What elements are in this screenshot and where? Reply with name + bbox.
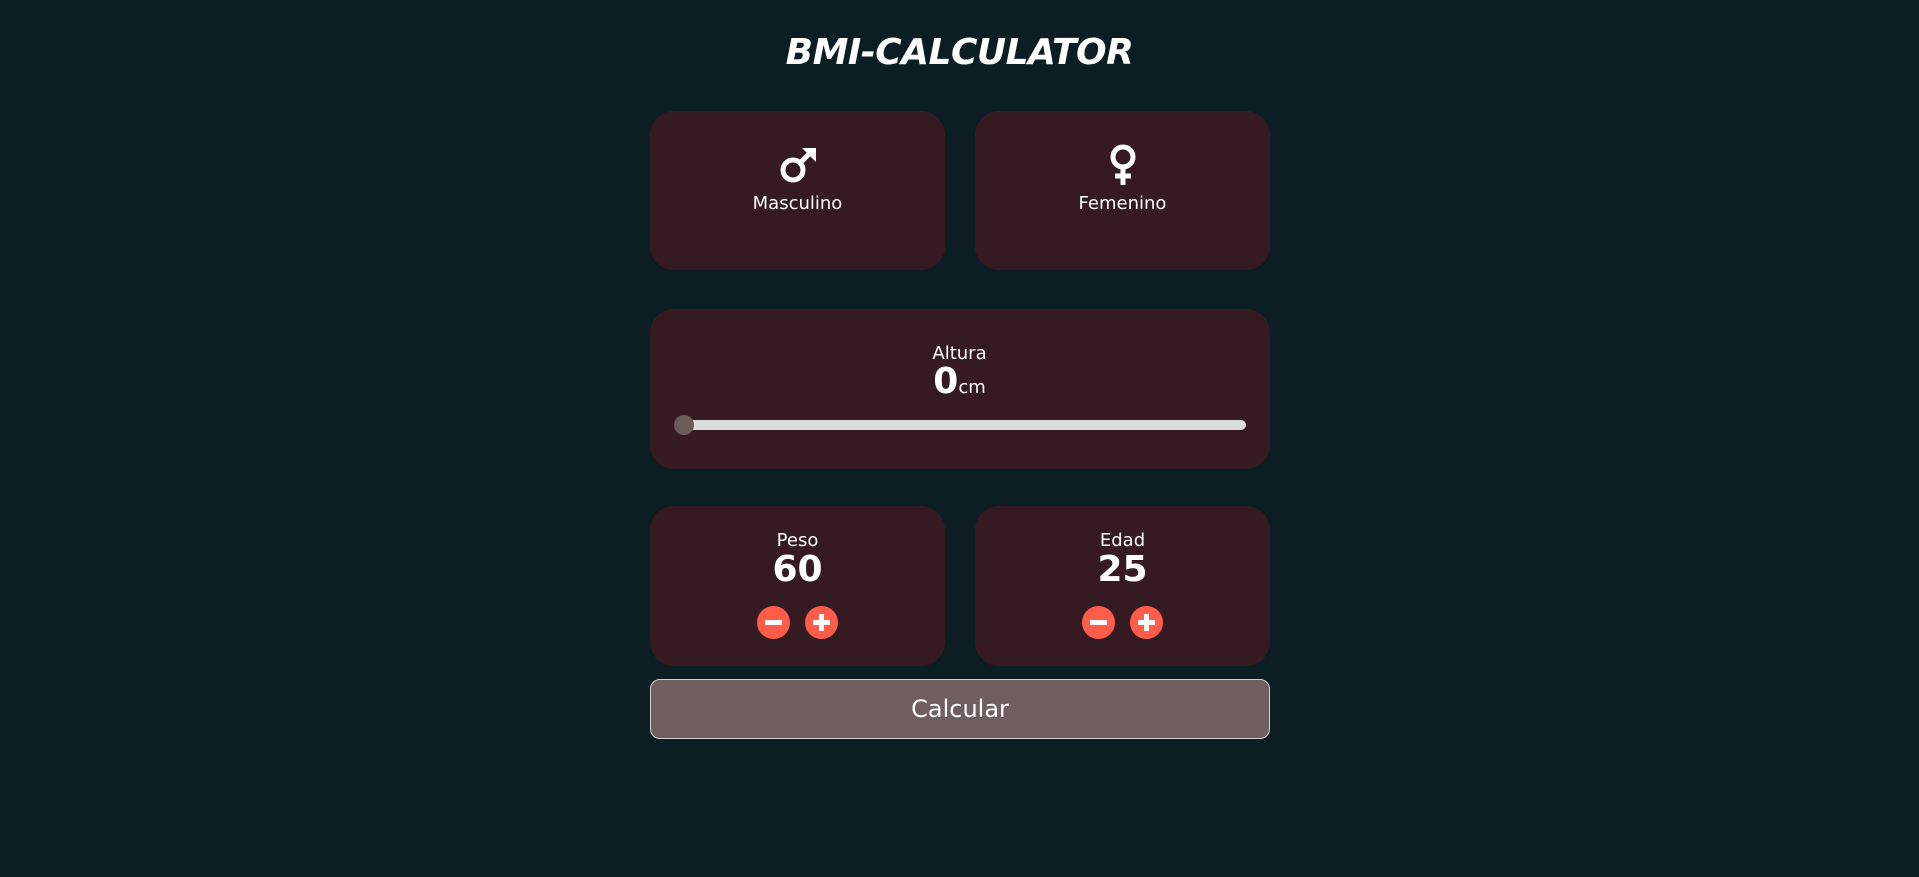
page-title: BMI-CALCULATOR: [785, 32, 1134, 73]
gender-male-card[interactable]: Masculino: [650, 111, 945, 270]
height-readout: 0cm: [0, 362, 1919, 408]
weight-stepper: [650, 606, 945, 639]
weight-increment-button[interactable]: [805, 606, 838, 639]
weight-value: 60: [772, 549, 823, 590]
age-increment-button[interactable]: [1130, 606, 1163, 639]
male-symbol-icon: [780, 148, 816, 183]
age-card: Edad 25: [975, 506, 1270, 666]
weight-card: Peso 60: [650, 506, 945, 666]
age-value: 25: [1097, 549, 1148, 590]
minus-icon: [765, 620, 782, 625]
weight-decrement-button[interactable]: [757, 606, 790, 639]
minus-icon: [1090, 620, 1107, 625]
gender-female-card[interactable]: Femenino: [975, 111, 1270, 270]
age-decrement-button[interactable]: [1082, 606, 1115, 639]
gender-female-label: Femenino: [1078, 193, 1167, 214]
plus-icon: [1138, 614, 1155, 631]
height-value: 0: [933, 361, 959, 402]
bmi-calculator-app: BMI-CALCULATOR Masculino Femenino Altura…: [0, 0, 1919, 877]
female-symbol-icon: [1110, 144, 1135, 185]
gender-male-label: Masculino: [752, 193, 843, 214]
height-unit: cm: [958, 377, 986, 398]
calculate-button[interactable]: Calcular: [650, 679, 1270, 739]
height-slider-track[interactable]: [684, 420, 1246, 430]
height-slider-thumb[interactable]: [674, 415, 694, 435]
plus-icon: [813, 614, 830, 631]
age-stepper: [975, 606, 1270, 639]
